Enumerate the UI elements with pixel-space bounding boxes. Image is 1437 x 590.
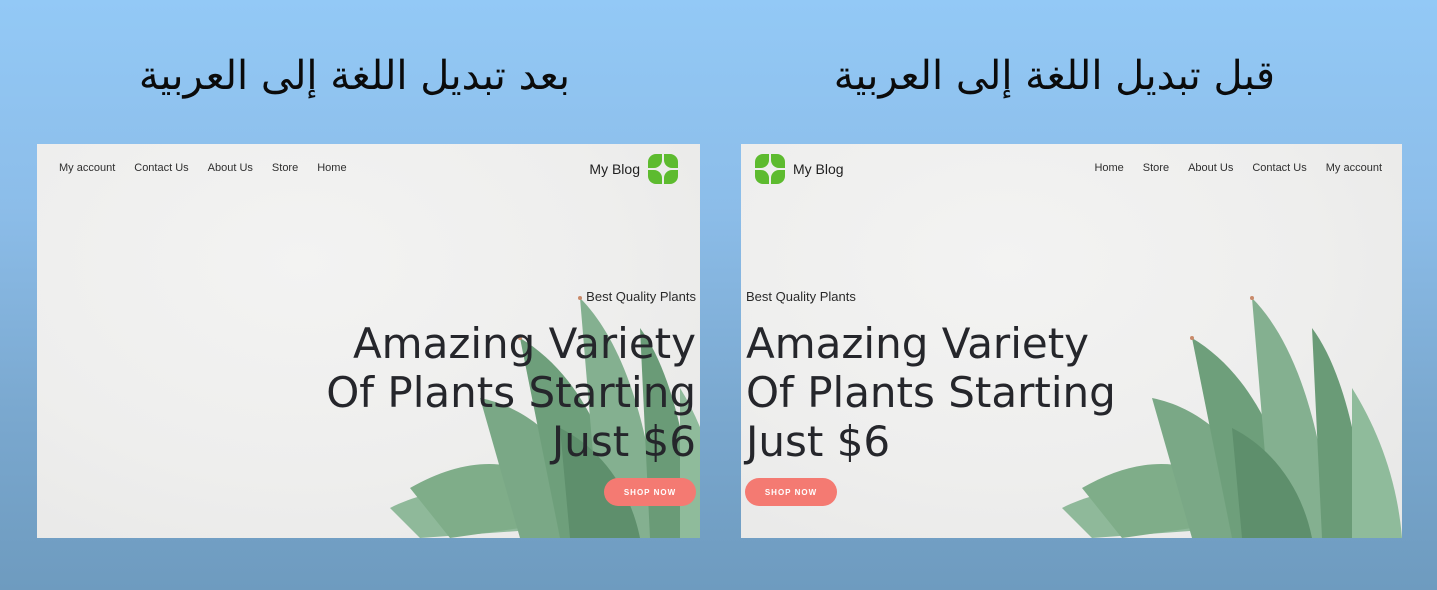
headline-line-3: Just $6 xyxy=(746,417,891,466)
headline-line-1: Amazing Variety xyxy=(746,319,1090,368)
brand-name: My Blog xyxy=(589,161,640,177)
main-nav: Home Store About Us Contact Us My accoun… xyxy=(1094,162,1382,174)
rtl-screenshot: My account Contact Us About Us Store Hom… xyxy=(37,144,700,538)
hero-headline: Amazing Variety Of Plants Starting Just … xyxy=(316,319,696,466)
main-nav: My account Contact Us About Us Store Hom… xyxy=(59,162,347,174)
headline-line-3: Just $6 xyxy=(551,417,696,466)
hero-subtitle: Best Quality Plants xyxy=(586,289,696,304)
nav-contact[interactable]: Contact Us xyxy=(134,162,188,174)
nav-account[interactable]: My account xyxy=(1326,162,1382,174)
hero-subtitle: Best Quality Plants xyxy=(746,289,856,304)
before-caption: قبل تبديل اللغة إلى العربية xyxy=(833,53,1275,99)
site-brand[interactable]: My Blog xyxy=(589,154,678,184)
headline-line-1: Amazing Variety xyxy=(352,319,696,368)
green-four-leaf-logo-icon xyxy=(648,154,678,184)
nav-home[interactable]: Home xyxy=(1094,162,1123,174)
brand-name: My Blog xyxy=(793,161,844,177)
nav-about[interactable]: About Us xyxy=(208,162,253,174)
headline-line-2: Of Plants Starting xyxy=(746,368,1116,417)
nav-store[interactable]: Store xyxy=(272,162,298,174)
site-brand[interactable]: My Blog xyxy=(755,154,844,184)
nav-contact[interactable]: Contact Us xyxy=(1252,162,1306,174)
nav-about[interactable]: About Us xyxy=(1188,162,1233,174)
nav-store[interactable]: Store xyxy=(1143,162,1169,174)
green-four-leaf-logo-icon xyxy=(755,154,785,184)
nav-account[interactable]: My account xyxy=(59,162,115,174)
shop-now-button[interactable]: SHOP NOW xyxy=(604,478,696,506)
shop-now-button[interactable]: SHOP NOW xyxy=(745,478,837,506)
nav-home[interactable]: Home xyxy=(317,162,346,174)
after-caption: بعد تبديل اللغة إلى العربية xyxy=(138,53,570,99)
hero-headline: Amazing Variety Of Plants Starting Just … xyxy=(746,319,1126,466)
ltr-screenshot: My Blog Home Store About Us Contact Us M… xyxy=(741,144,1402,538)
headline-line-2: Of Plants Starting xyxy=(326,368,696,417)
